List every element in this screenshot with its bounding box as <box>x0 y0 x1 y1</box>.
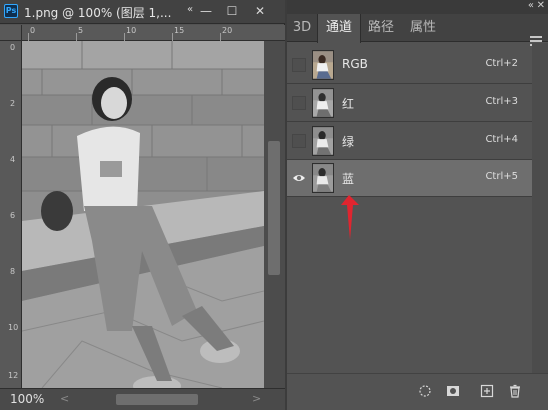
channel-name: 红 <box>342 97 355 111</box>
channel-name: RGB <box>342 57 368 71</box>
document-tab[interactable]: Ps 1.png @ 100% (图层 1,... « — ☐ ✕ <box>0 0 285 24</box>
tab-channels[interactable]: 通道 <box>317 14 361 43</box>
channel-thumbnail-blue <box>312 163 334 193</box>
delete-channel-icon[interactable] <box>507 384 523 400</box>
status-bar: 100% < > <box>0 388 285 410</box>
photoshop-window: Ps 1.png @ 100% (图层 1,... « — ☐ ✕ 0 5 10… <box>0 0 548 410</box>
channel-row-red[interactable]: 红 Ctrl+3 <box>287 85 532 122</box>
panel-scrollbar[interactable] <box>532 43 548 373</box>
ruler-label: 8 <box>10 267 16 276</box>
vertical-scrollbar-thumb[interactable] <box>268 141 280 275</box>
ruler-tick <box>76 33 77 41</box>
new-channel-icon[interactable] <box>479 384 495 400</box>
visibility-toggle[interactable] <box>292 96 306 110</box>
document-window: Ps 1.png @ 100% (图层 1,... « — ☐ ✕ 0 5 10… <box>0 0 285 410</box>
zoom-level[interactable]: 100% <box>10 392 44 406</box>
ruler-label: 15 <box>174 26 185 35</box>
ruler-label: 6 <box>10 211 16 220</box>
scroll-left-icon[interactable]: < <box>60 392 69 405</box>
collapse-panels-icon[interactable]: « <box>528 0 534 12</box>
document-canvas[interactable] <box>22 41 264 388</box>
tab-paths[interactable]: 路径 <box>361 14 401 42</box>
channel-thumbnail-red <box>312 88 334 118</box>
ruler-label: 10 <box>8 323 19 332</box>
visibility-toggle[interactable] <box>292 134 306 148</box>
tab-properties[interactable]: 属性 <box>403 14 443 42</box>
channel-shortcut: Ctrl+5 <box>485 171 518 182</box>
panel-header-bar: « ✕ <box>287 0 548 14</box>
ruler-label: 0 <box>30 26 36 35</box>
ruler-label: 2 <box>10 99 16 108</box>
ruler-tick <box>124 33 125 41</box>
ruler-tick <box>220 33 221 41</box>
channel-thumbnail-green <box>312 126 334 156</box>
ruler-tick <box>172 33 173 41</box>
eye-icon[interactable] <box>292 171 306 185</box>
ruler-label: 20 <box>222 26 233 35</box>
load-selection-icon[interactable] <box>417 384 433 400</box>
horizontal-ruler[interactable]: 0 5 10 15 20 <box>22 25 285 41</box>
tab-3d[interactable]: 3D <box>287 14 317 42</box>
ruler-label: 5 <box>78 26 84 35</box>
channel-name: 蓝 <box>342 172 355 186</box>
panel-close-icon[interactable]: ✕ <box>537 0 545 12</box>
maximize-button[interactable]: ☐ <box>222 3 242 19</box>
horizontal-scrollbar-thumb[interactable] <box>116 394 198 405</box>
ruler-label: 4 <box>10 155 16 164</box>
close-button[interactable]: ✕ <box>250 3 270 19</box>
vertical-scrollbar[interactable] <box>264 41 285 388</box>
channel-row-green[interactable]: 绿 Ctrl+4 <box>287 123 532 160</box>
ruler-origin[interactable] <box>0 25 22 41</box>
ruler-tick <box>28 33 29 41</box>
panel-bottom-toolbar <box>287 373 548 410</box>
panel-tabs: 3D 通道 路径 属性 <box>287 14 548 46</box>
ruler-label: 12 <box>8 371 19 380</box>
grayscale-photo-image <box>22 41 264 388</box>
channel-shortcut: Ctrl+2 <box>485 58 518 69</box>
photoshop-icon: Ps <box>4 4 18 18</box>
save-selection-icon[interactable] <box>445 384 461 400</box>
channel-shortcut: Ctrl+4 <box>485 134 518 145</box>
channel-row-rgb[interactable]: RGB Ctrl+2 <box>287 47 532 84</box>
ruler-label: 0 <box>10 43 16 52</box>
channel-shortcut: Ctrl+3 <box>485 96 518 107</box>
ruler-label: 10 <box>126 26 137 35</box>
channel-name: 绿 <box>342 135 355 149</box>
channel-thumbnail-rgb <box>312 50 334 80</box>
visibility-toggle[interactable] <box>292 58 306 72</box>
vertical-ruler[interactable]: 0 2 4 6 8 10 12 <box>0 41 22 388</box>
channels-panel: « ✕ 3D 通道 路径 属性 RGB Ctrl+2 红 Ctrl+3 绿 Ct… <box>287 0 548 410</box>
scroll-right-icon[interactable]: > <box>252 392 261 405</box>
channel-row-blue[interactable]: 蓝 Ctrl+5 <box>287 160 532 197</box>
minimize-button[interactable]: — <box>196 3 216 19</box>
document-title: 1.png @ 100% (图层 1,... <box>24 6 172 20</box>
